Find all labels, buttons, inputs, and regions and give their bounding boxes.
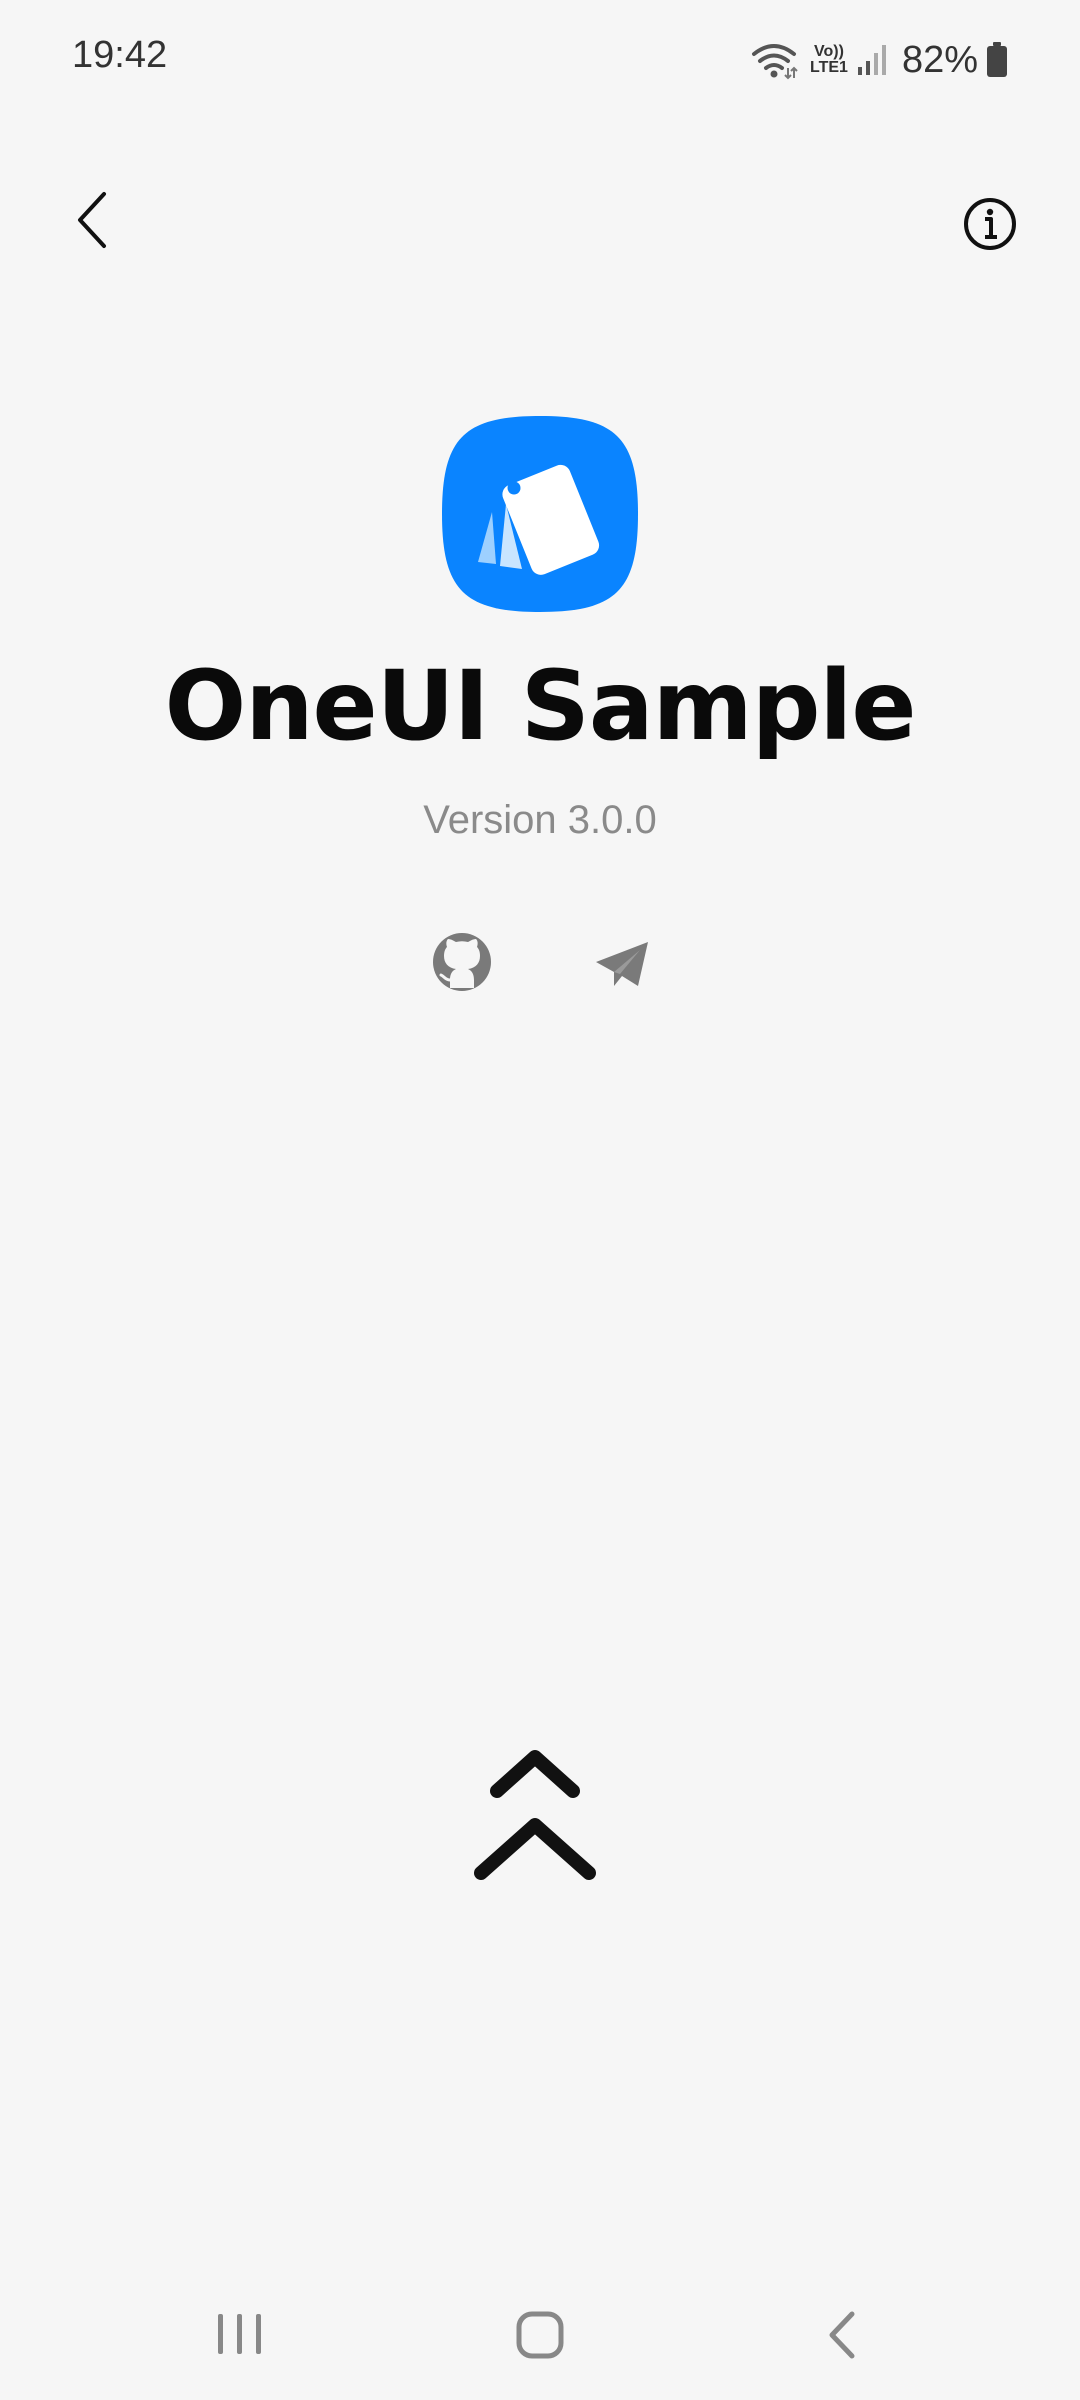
app-logo-icon bbox=[442, 416, 638, 612]
recent-apps-button[interactable] bbox=[210, 2300, 270, 2370]
battery-icon bbox=[987, 42, 1007, 77]
app-version: Version 3.0.0 bbox=[423, 798, 657, 842]
back-arrow-icon bbox=[78, 192, 106, 248]
lte-label: LTE1 bbox=[810, 59, 848, 76]
status-icons: Vo)) LTE1 82% bbox=[750, 30, 1008, 90]
home-button[interactable] bbox=[510, 2300, 570, 2370]
info-button[interactable] bbox=[946, 180, 1034, 268]
navigation-bar bbox=[0, 2280, 1080, 2400]
double-chevron-up-icon bbox=[474, 1750, 596, 1880]
social-links bbox=[0, 930, 1080, 1000]
status-time: 19:42 bbox=[72, 34, 168, 76]
back-icon bbox=[829, 2311, 855, 2359]
app-name: OneUI Sample bbox=[164, 650, 917, 762]
wifi-icon bbox=[752, 44, 798, 80]
github-button[interactable] bbox=[430, 930, 494, 994]
app-logo bbox=[440, 414, 640, 614]
back-button[interactable] bbox=[52, 180, 132, 260]
github-icon bbox=[433, 933, 491, 991]
network-type: Vo)) LTE1 bbox=[810, 44, 848, 76]
signal-icon bbox=[857, 45, 886, 75]
info-icon bbox=[964, 198, 1016, 250]
expand-chevron[interactable] bbox=[465, 1735, 605, 1885]
volte-label: Vo)) bbox=[814, 43, 844, 60]
home-icon bbox=[516, 2311, 564, 2359]
telegram-button[interactable] bbox=[590, 932, 654, 996]
battery-percent: 82% bbox=[901, 38, 978, 81]
telegram-icon bbox=[596, 942, 648, 986]
status-bar: 19:42 Vo)) LTE1 82% bbox=[0, 0, 1080, 120]
recent-apps-icon bbox=[218, 2314, 261, 2354]
nav-back-button[interactable] bbox=[812, 2300, 872, 2370]
